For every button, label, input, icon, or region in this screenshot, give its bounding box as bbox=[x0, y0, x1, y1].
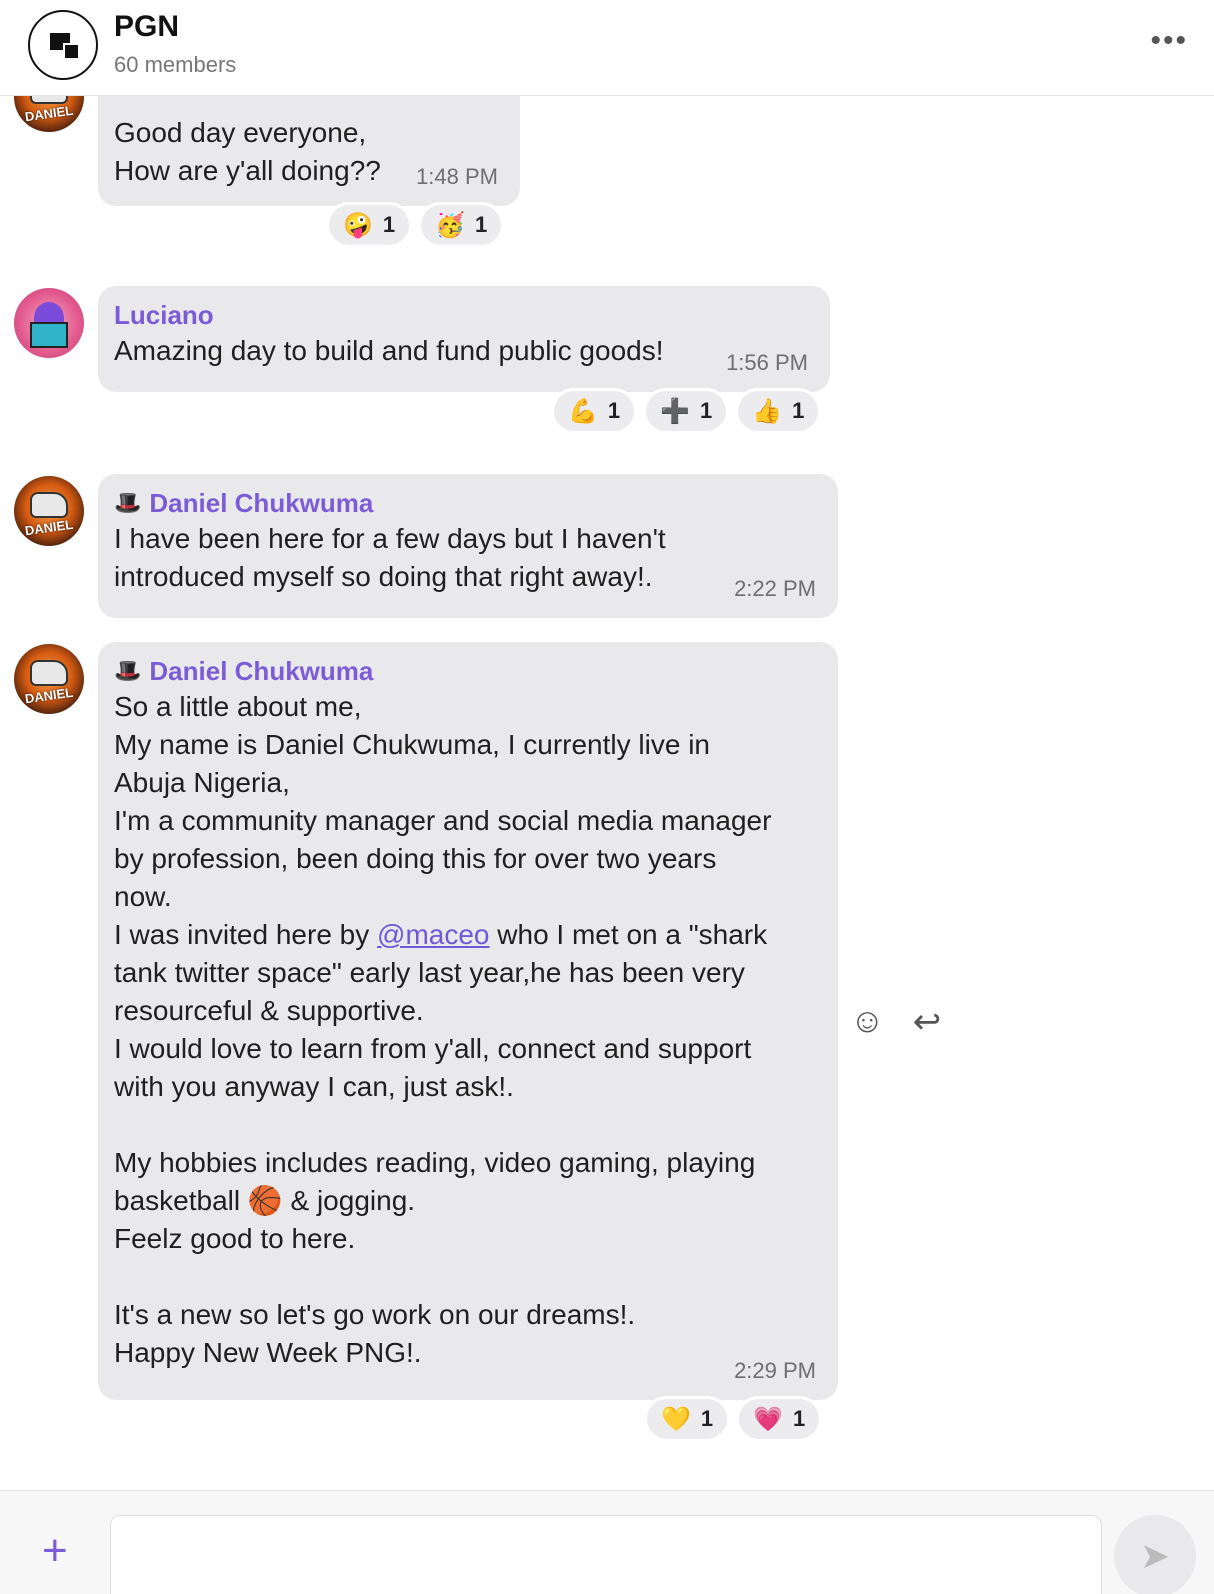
group-title[interactable]: PGN bbox=[114, 10, 179, 44]
avatar[interactable] bbox=[14, 288, 84, 358]
zany-face-icon: 🤪 bbox=[343, 211, 373, 239]
reactions: 🤪 1 🥳 1 bbox=[326, 202, 505, 248]
message-text: I have been here for a few days but I ha… bbox=[114, 523, 666, 592]
reactions: 💛 1 💗 1 bbox=[644, 1396, 823, 1442]
message-text: Amazing day to build and fund public goo… bbox=[114, 335, 664, 366]
reaction-chip[interactable]: 👍 1 bbox=[735, 388, 822, 434]
chat-app: PGN 60 members ••• DANIEL Good day every… bbox=[0, 0, 1214, 1594]
add-attachment-icon[interactable]: + bbox=[42, 1529, 68, 1573]
message-bubble[interactable]: 🎩 Daniel Chukwuma So a little about me, … bbox=[98, 642, 838, 1400]
message-time: 1:56 PM bbox=[726, 350, 808, 375]
sneaker-icon bbox=[30, 492, 68, 518]
avatar[interactable]: DANIEL bbox=[14, 644, 84, 714]
more-options-icon[interactable]: ••• bbox=[1150, 24, 1188, 58]
avatar-label: DANIEL bbox=[23, 684, 74, 707]
message-composer: + ➤ bbox=[0, 1490, 1214, 1594]
reaction-count: 1 bbox=[475, 212, 488, 237]
reaction-chip[interactable]: 💛 1 bbox=[644, 1396, 731, 1442]
sender-line: 🎩 Daniel Chukwuma bbox=[114, 654, 822, 688]
message-text-part: who I met on a "shark tank twitter space… bbox=[114, 919, 768, 1368]
avatar-label: DANIEL bbox=[23, 516, 74, 539]
growing-heart-icon: 💗 bbox=[753, 1405, 784, 1433]
message-input[interactable] bbox=[110, 1515, 1102, 1594]
reaction-count: 1 bbox=[700, 1406, 714, 1431]
reaction-count: 1 bbox=[792, 398, 805, 423]
sneaker-icon bbox=[30, 660, 68, 686]
top-hat-icon: 🎩 bbox=[114, 490, 142, 515]
reaction-chip[interactable]: ➕ 1 bbox=[643, 388, 730, 434]
message-text: So a little about me, My name is Daniel … bbox=[114, 688, 822, 1372]
logo-square bbox=[63, 43, 80, 60]
reaction-count: 1 bbox=[793, 1406, 806, 1431]
yellow-heart-icon: 💛 bbox=[661, 1405, 691, 1433]
reaction-count: 1 bbox=[700, 398, 713, 423]
reaction-chip[interactable]: 💗 1 bbox=[736, 1396, 823, 1442]
send-icon[interactable]: ➤ bbox=[1114, 1515, 1196, 1594]
top-hat-icon: 🎩 bbox=[114, 658, 142, 683]
chat-header: PGN 60 members ••• bbox=[0, 0, 1214, 96]
reaction-count: 1 bbox=[607, 398, 621, 423]
partying-face-icon: 🥳 bbox=[435, 211, 466, 239]
sender-line: 🎩 Daniel Chukwuma bbox=[114, 486, 822, 520]
member-count: 60 members bbox=[114, 52, 237, 77]
reaction-chip[interactable]: 🤪 1 bbox=[326, 202, 413, 248]
user-mention-link[interactable]: @maceo bbox=[377, 919, 489, 950]
flexed-biceps-icon: 💪 bbox=[568, 397, 598, 425]
group-avatar[interactable] bbox=[28, 10, 98, 80]
message-time: 1:48 PM bbox=[416, 164, 498, 189]
plus-icon: ➕ bbox=[660, 397, 691, 425]
add-reaction-icon[interactable]: ☺ bbox=[850, 1002, 885, 1042]
message-text-part: So a little about me, My name is Daniel … bbox=[114, 691, 772, 950]
message-time: 2:29 PM bbox=[734, 1358, 816, 1383]
message-bubble[interactable]: 🎩 Daniel Chukwuma I have been here for a… bbox=[98, 474, 838, 618]
sender-name[interactable]: Daniel Chukwuma bbox=[149, 654, 373, 688]
book-icon bbox=[30, 322, 68, 348]
reply-icon[interactable]: ↩ bbox=[913, 1002, 942, 1042]
reaction-chip[interactable]: 💪 1 bbox=[551, 388, 638, 434]
message-bubble[interactable]: Luciano Amazing day to build and fund pu… bbox=[98, 286, 830, 392]
sender-name[interactable]: Luciano bbox=[114, 298, 814, 332]
reaction-count: 1 bbox=[382, 212, 396, 237]
message-hover-actions: ☺ ↩ bbox=[850, 1002, 941, 1042]
message-time: 2:22 PM bbox=[734, 576, 816, 601]
sender-name[interactable]: Daniel Chukwuma bbox=[149, 486, 373, 520]
thumbs-up-icon: 👍 bbox=[752, 397, 783, 425]
reactions: 💪 1 ➕ 1 👍 1 bbox=[551, 388, 822, 434]
avatar-label: DANIEL bbox=[23, 102, 74, 125]
avatar[interactable]: DANIEL bbox=[14, 476, 84, 546]
reaction-chip[interactable]: 🥳 1 bbox=[418, 202, 505, 248]
